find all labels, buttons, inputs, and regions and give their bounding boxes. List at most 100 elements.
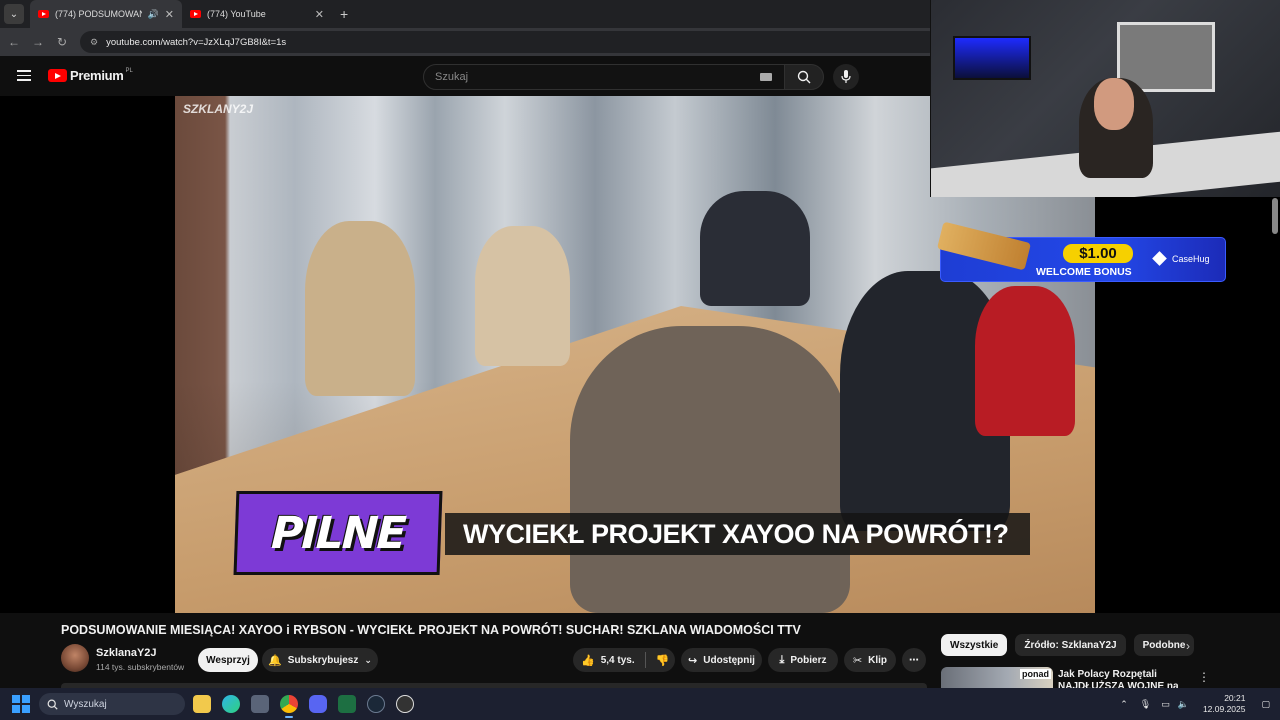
store-icon[interactable] — [251, 695, 269, 713]
download-label: Pobierz — [790, 654, 827, 666]
subscriber-count: 114 tys. subskrybentów — [96, 662, 185, 672]
tab-active[interactable]: (774) PODSUMOWANIE MIESIĄCA! XAYOO i RYB… — [30, 0, 182, 28]
bonus-label: WELCOME BONUS — [1036, 266, 1132, 278]
tab-search-dropdown[interactable]: ⌄ — [4, 4, 24, 24]
new-tab-icon[interactable]: + — [340, 6, 348, 22]
bonus-amount: $1.00 — [1063, 244, 1133, 263]
person-image — [975, 286, 1075, 436]
download-icon: ⤓ — [779, 653, 785, 666]
divider — [644, 652, 646, 668]
edge-icon[interactable] — [222, 695, 240, 713]
monitor-image — [953, 36, 1031, 80]
channel-name[interactable]: SzklanaY2J — [96, 647, 157, 659]
like-count[interactable]: 5,4 tys. — [601, 655, 635, 666]
network-icon[interactable]: ▭ — [1161, 699, 1170, 710]
video-headline: WYCIEKŁ PROJEKT XAYOO NA POWRÓT!? — [463, 518, 1009, 549]
menu-icon[interactable] — [17, 70, 31, 81]
download-button[interactable]: ⤓ Pobierz — [768, 648, 838, 672]
audio-playing-icon[interactable]: 🔊 — [148, 9, 159, 20]
more-actions-button[interactable]: ⋯ — [902, 648, 926, 672]
person-image — [700, 191, 810, 306]
youtube-logo[interactable]: Premium PL — [48, 68, 133, 83]
address-input[interactable]: ⚙ youtube.com/watch?v=JzXLqJ7GB8I&t=1s — [80, 31, 940, 53]
person-image — [475, 226, 570, 366]
thumbnail-text: ponad — [1020, 669, 1051, 679]
support-button[interactable]: Wesprzyj — [198, 648, 258, 672]
clip-button[interactable]: ✂ Klip — [844, 648, 896, 672]
support-label: Wesprzyj — [206, 654, 250, 666]
channel-avatar[interactable] — [61, 644, 89, 672]
logo-region: PL — [125, 68, 133, 74]
youtube-favicon-icon — [190, 10, 201, 18]
webcam-overlay — [930, 0, 1280, 197]
forward-icon[interactable]: → — [26, 35, 50, 49]
channel-watermark: SZKLANY2J — [183, 102, 254, 116]
subscribe-button[interactable]: 🔔 Subskrybujesz ⌄ — [262, 648, 378, 672]
reload-icon[interactable]: ↻ — [50, 35, 74, 49]
search-icon — [47, 699, 58, 710]
chevron-down-icon: ⌄ — [364, 654, 372, 665]
steam-icon[interactable] — [367, 695, 385, 713]
search-placeholder: Szukaj — [435, 71, 469, 83]
casehug-brand: CaseHug — [1172, 253, 1210, 264]
keyboard-icon[interactable] — [760, 73, 772, 81]
microphone-icon — [841, 70, 851, 83]
close-tab-icon[interactable]: ✕ — [165, 8, 174, 21]
person-image — [570, 326, 850, 613]
voice-search-button[interactable] — [833, 64, 859, 90]
like-icon[interactable]: 👍 — [581, 654, 595, 667]
casehug-logo: CaseHug — [1152, 251, 1210, 266]
video-info: PODSUMOWANIE MIESIĄCA! XAYOO i RYBSON - … — [0, 613, 1280, 704]
discord-icon[interactable] — [309, 695, 327, 713]
youtube-favicon-icon — [38, 10, 49, 18]
volume-icon[interactable]: 🔈 — [1178, 699, 1189, 710]
clip-label: Klip — [868, 654, 888, 666]
file-explorer-icon[interactable] — [193, 695, 211, 713]
video-headline-bar: WYCIEKŁ PROJEKT XAYOO NA POWRÓT!? — [445, 513, 1030, 555]
obs-icon[interactable] — [396, 695, 414, 713]
clock[interactable]: 20:21 12.09.2025 — [1203, 693, 1246, 715]
recommendation-thumbnail[interactable]: ponad — [941, 667, 1053, 690]
more-vert-icon[interactable]: ⋮ — [1198, 670, 1210, 684]
windows-start-icon[interactable] — [12, 695, 30, 713]
close-tab-icon[interactable]: ✕ — [315, 8, 324, 21]
video-title: PODSUMOWANIE MIESIĄCA! XAYOO i RYBSON - … — [61, 623, 801, 637]
chip-source[interactable]: Źródło: SzklanaY2J — [1015, 634, 1126, 656]
casehug-bonus-banner: $1.00 WELCOME BONUS CaseHug — [936, 221, 1226, 282]
person-image — [305, 221, 415, 396]
taskbar-search[interactable]: Wyszukaj — [39, 693, 185, 715]
search-button[interactable] — [784, 64, 824, 90]
url-text: youtube.com/watch?v=JzXLqJ7GB8I&t=1s — [106, 36, 287, 48]
back-icon[interactable]: ← — [2, 35, 26, 49]
clock-time: 20:21 — [1224, 693, 1246, 703]
share-icon: ↪ — [688, 654, 698, 667]
chip-all[interactable]: Wszystkie — [941, 634, 1008, 656]
subscribe-label: Subskrybujesz — [287, 654, 359, 666]
chevron-right-icon[interactable]: › — [1186, 639, 1190, 653]
tab-title: (774) YouTube — [207, 9, 266, 19]
logo-text: Premium — [70, 68, 124, 83]
dislike-icon[interactable]: 👎 — [656, 654, 670, 667]
tab-title: (774) PODSUMOWANIE MIESIĄCA! XAYOO i RYB… — [55, 9, 142, 19]
scissors-icon: ✂ — [852, 654, 863, 667]
taskbar-search-label: Wyszukaj — [64, 698, 107, 710]
notification-icon[interactable]: ▢ — [1261, 699, 1270, 710]
page-scrollbar[interactable] — [1272, 198, 1278, 234]
chrome-icon[interactable] — [280, 695, 298, 718]
chevron-up-icon[interactable]: ⌃ — [1120, 699, 1128, 710]
site-info-icon[interactable]: ⚙ — [90, 37, 98, 48]
streamer-face-image — [1094, 78, 1134, 130]
more-icon: ⋯ — [909, 654, 919, 666]
share-button[interactable]: ↪ Udostępnij — [681, 648, 762, 672]
excel-icon[interactable] — [338, 695, 356, 713]
search-input[interactable]: Szukaj — [423, 64, 785, 90]
bell-icon: 🔔 — [268, 654, 282, 667]
clock-date: 12.09.2025 — [1202, 704, 1246, 714]
urgent-badge-text: PILNE — [270, 507, 406, 559]
casehug-cube-icon — [1152, 251, 1167, 266]
tab-inactive[interactable]: (774) YouTube ✕ — [182, 0, 332, 28]
recommendation-chips: Wszystkie Źródło: SzklanaY2J Podobne — [941, 634, 1202, 656]
windows-taskbar: Wyszukaj ⌃ 🎙 ▭ 🔈 20:21 12.09.2025 ▢ — [0, 688, 1280, 720]
microphone-icon[interactable]: 🎙 — [1140, 699, 1151, 710]
youtube-logo-icon — [48, 69, 67, 82]
